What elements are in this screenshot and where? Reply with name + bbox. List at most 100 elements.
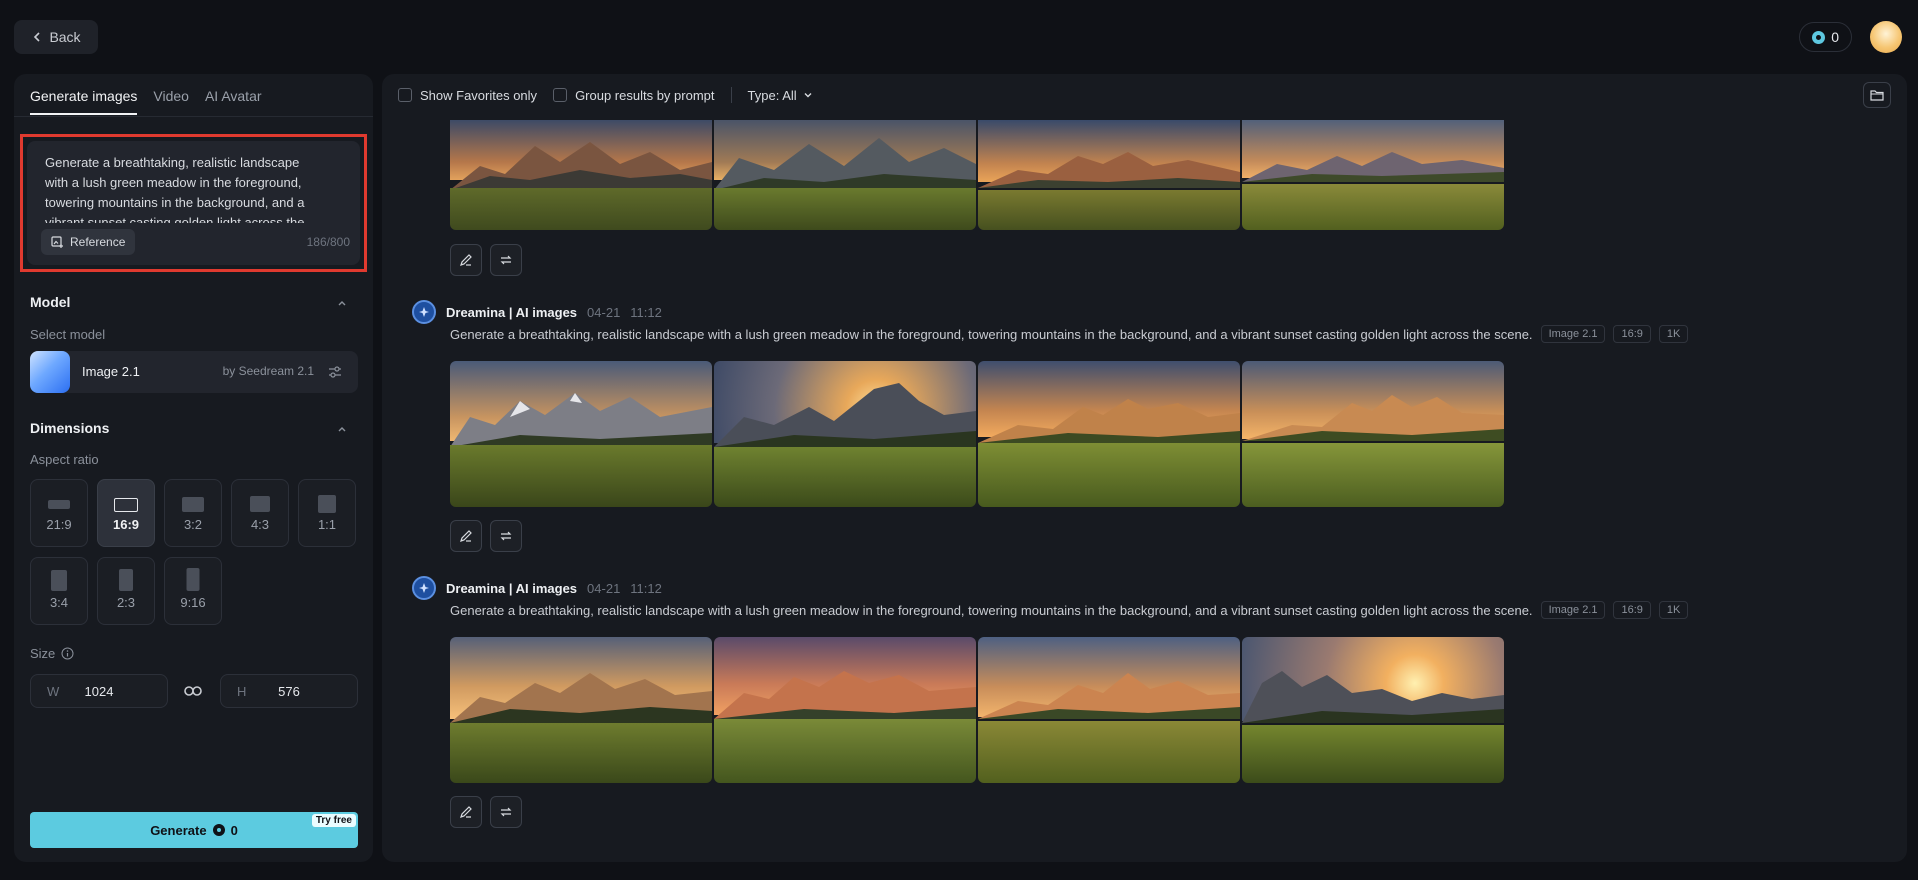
image-row	[450, 120, 1504, 230]
ratio-shape	[186, 568, 200, 591]
folder-button[interactable]	[1863, 82, 1891, 108]
results-panel: Show Favorites only Group results by pro…	[382, 74, 1907, 862]
result-image[interactable]	[450, 637, 712, 783]
ratio-shape	[182, 497, 204, 512]
group-header: Dreamina | AI images 04-21 11:12	[412, 300, 662, 324]
result-image[interactable]	[714, 637, 976, 783]
try-free-badge: Try free	[311, 814, 356, 827]
folder-icon	[1870, 90, 1884, 101]
link-icon[interactable]	[184, 683, 202, 699]
result-image[interactable]	[978, 120, 1240, 230]
filter-bar: Show Favorites only Group results by pro…	[398, 87, 813, 103]
dreamina-logo-icon	[412, 300, 436, 324]
result-image[interactable]	[1242, 120, 1504, 230]
tab-ai-avatar[interactable]: AI Avatar	[205, 88, 262, 115]
result-image[interactable]	[978, 637, 1240, 783]
result-image[interactable]	[714, 361, 976, 507]
ratio-2-3[interactable]: 2:3	[97, 557, 155, 625]
ratio-tag: 16:9	[1613, 601, 1651, 619]
settings-sliders-icon[interactable]	[328, 365, 342, 379]
char-counter: 186/800	[306, 235, 350, 249]
edit-button[interactable]	[450, 520, 482, 552]
avatar[interactable]	[1870, 21, 1902, 53]
result-image[interactable]	[1242, 361, 1504, 507]
group-label: Group results by prompt	[575, 87, 715, 103]
chevron-left-icon	[34, 32, 41, 42]
favorites-checkbox[interactable]: Show Favorites only	[398, 88, 537, 103]
ratio-3-2[interactable]: 3:2	[164, 479, 222, 547]
ratio-1-1[interactable]: 1:1	[298, 479, 356, 547]
credits-count: 0	[1831, 29, 1839, 45]
coin-icon	[1812, 30, 1826, 44]
image-row	[450, 637, 1504, 783]
tabs-divider	[14, 116, 373, 117]
checkbox-icon	[398, 88, 412, 102]
regenerate-button[interactable]	[490, 520, 522, 552]
generate-label: Generate	[150, 822, 207, 838]
group-prompt[interactable]: Generate a breathtaking, realistic lands…	[450, 603, 1533, 618]
group-title: Dreamina | AI images	[446, 580, 578, 596]
reference-label: Reference	[70, 235, 126, 249]
image-row	[450, 361, 1504, 507]
group-prompt-line: Generate a breathtaking, realistic lands…	[450, 601, 1689, 619]
height-input[interactable]: H 576	[220, 674, 358, 708]
generation-panel: Generate images Video AI Avatar Generate…	[14, 74, 373, 862]
edit-button[interactable]	[450, 244, 482, 276]
generate-button[interactable]: Generate 0 Try free	[30, 812, 358, 848]
chevron-up-icon[interactable]	[337, 298, 347, 308]
group-date: 04-21	[587, 580, 621, 596]
dimensions-section-title: Dimensions	[30, 420, 110, 436]
ratio-16-9[interactable]: 16:9	[97, 479, 155, 547]
ratio-shape	[114, 498, 138, 512]
reference-button[interactable]: Reference	[41, 229, 136, 255]
select-model-label: Select model	[30, 327, 106, 342]
group-title: Dreamina | AI images	[446, 304, 578, 320]
model-tag: Image 2.1	[1540, 325, 1606, 343]
filter-divider	[730, 87, 732, 103]
type-dropdown[interactable]: Type: All	[748, 88, 813, 103]
result-image[interactable]	[1242, 637, 1504, 783]
credits-badge[interactable]: 0	[1799, 22, 1852, 52]
checkbox-icon	[553, 88, 568, 102]
back-button[interactable]: Back	[14, 20, 98, 54]
ratio-3-4[interactable]: 3:4	[30, 557, 88, 625]
tab-generate-images[interactable]: Generate images	[30, 88, 138, 115]
group-by-prompt-checkbox[interactable]: Group results by prompt	[553, 87, 715, 103]
dreamina-logo-icon	[412, 576, 436, 600]
width-input[interactable]: W 1024	[30, 674, 168, 708]
image-add-icon	[51, 235, 63, 248]
model-provider: by Seedream 2.1	[222, 364, 314, 378]
group-prompt-line: Generate a breathtaking, realistic lands…	[450, 325, 1689, 343]
model-tag: Image 2.1	[1540, 601, 1606, 619]
pencil-icon	[460, 254, 472, 266]
back-label: Back	[49, 29, 81, 45]
pencil-icon	[460, 806, 472, 818]
regenerate-button[interactable]	[490, 796, 522, 828]
edit-button[interactable]	[450, 796, 482, 828]
image-actions	[450, 520, 522, 552]
model-section-title: Model	[30, 294, 71, 310]
width-value: 1024	[84, 684, 114, 699]
group-prompt[interactable]: Generate a breathtaking, realistic lands…	[450, 327, 1533, 342]
image-actions	[450, 244, 522, 276]
prompt-input-container[interactable]: Generate a breathtaking, realistic lands…	[27, 141, 360, 265]
info-icon[interactable]	[61, 647, 74, 660]
refresh-icon	[500, 807, 512, 817]
result-image[interactable]	[714, 120, 976, 230]
height-value: 576	[278, 684, 300, 699]
prompt-input[interactable]: Generate a breathtaking, realistic lands…	[45, 153, 325, 223]
ratio-9-16[interactable]: 9:16	[164, 557, 222, 625]
result-image[interactable]	[978, 361, 1240, 507]
type-label: Type: All	[747, 87, 797, 103]
result-image[interactable]	[450, 120, 712, 230]
chevron-up-icon[interactable]	[337, 424, 347, 434]
ratio-21-9[interactable]: 21:9	[30, 479, 88, 547]
pencil-icon	[460, 530, 472, 542]
ratio-shape	[250, 496, 270, 512]
result-image[interactable]	[450, 361, 712, 507]
ratio-4-3[interactable]: 4:3	[231, 479, 289, 547]
model-selector[interactable]: Image 2.1 by Seedream 2.1	[30, 351, 358, 393]
tab-video[interactable]: Video	[153, 88, 189, 115]
ratio-tag: 16:9	[1613, 325, 1651, 343]
regenerate-button[interactable]	[490, 244, 522, 276]
